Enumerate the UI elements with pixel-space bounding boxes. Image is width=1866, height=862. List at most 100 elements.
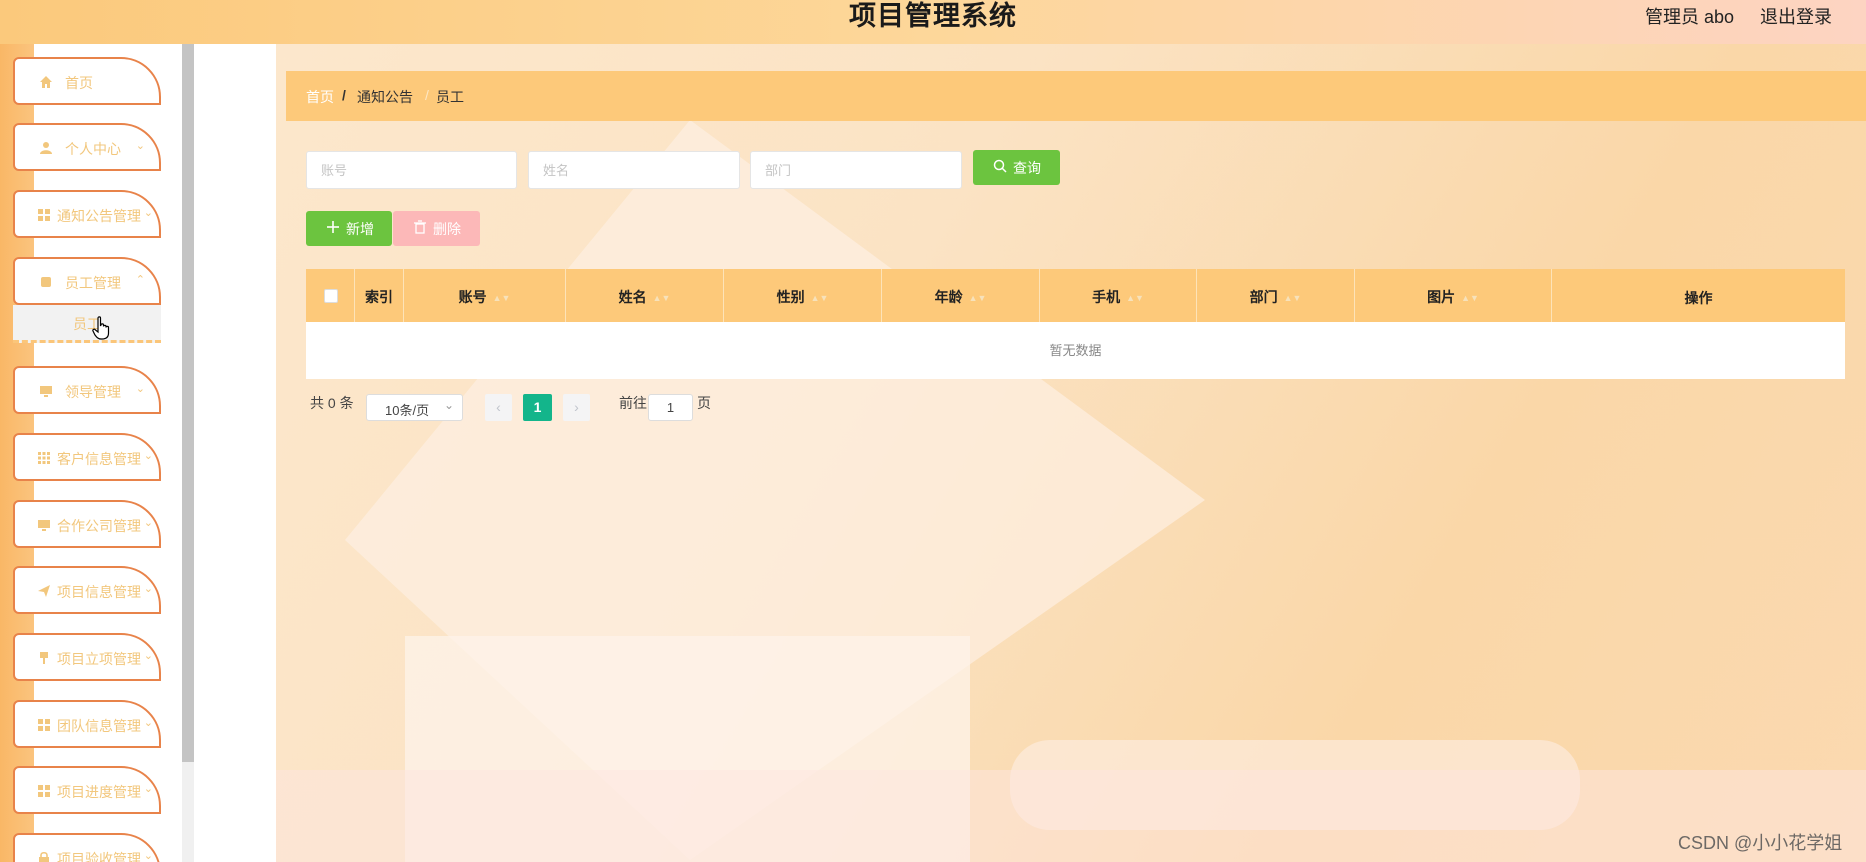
sidebar-gap xyxy=(194,44,276,862)
search-icon xyxy=(993,159,1007,173)
sidebar-scrollbar-thumb[interactable] xyxy=(182,44,194,762)
send-icon xyxy=(38,585,50,597)
sidebar-item-project-progress[interactable]: 项目进度管理 ⌄ xyxy=(13,766,161,814)
account-input[interactable] xyxy=(307,152,516,188)
query-button-label: 查询 xyxy=(1013,160,1041,176)
grid-icon xyxy=(38,209,50,221)
department-input[interactable] xyxy=(751,152,961,188)
grid-icon xyxy=(38,785,50,797)
column-header-phone[interactable]: 手机 ▲▼ xyxy=(1040,269,1197,322)
pin-icon xyxy=(40,652,48,664)
apps-icon xyxy=(38,452,50,464)
chevron-down-icon: ⌄ xyxy=(143,783,153,795)
sidebar-item-project-acceptance[interactable]: 项目验收管理 ⌄ xyxy=(13,833,161,862)
sidebar-item-leader-management[interactable]: 领导管理 ⌄ xyxy=(13,366,161,414)
sidebar-item-label: 个人中心 xyxy=(65,141,121,157)
goto-label: 前往 xyxy=(619,395,647,411)
column-header-actions: 操作 xyxy=(1684,290,1713,306)
breadcrumb: 首页 / 通知公告 / 员工 xyxy=(286,71,1866,121)
name-input-wrapper xyxy=(528,151,740,189)
sidebar-item-label: 通知公告管理 xyxy=(57,208,141,224)
sidebar-item-project-info[interactable]: 项目信息管理 ⌄ xyxy=(13,566,161,614)
breadcrumb-home[interactable]: 首页 xyxy=(306,87,334,107)
column-header-name[interactable]: 姓名 ▲▼ xyxy=(566,269,724,322)
chevron-down-icon: ⌄ xyxy=(143,850,153,862)
column-header-age[interactable]: 年龄 ▲▼ xyxy=(882,269,1040,322)
chevron-down-icon: ⌄ xyxy=(143,583,153,595)
sort-icon[interactable]: ▲▼ xyxy=(1126,293,1144,303)
plus-icon xyxy=(327,221,339,233)
chevron-down-icon: ⌄ xyxy=(135,383,145,395)
sidebar-item-project-approval[interactable]: 项目立项管理 ⌄ xyxy=(13,633,161,681)
account-input-wrapper xyxy=(306,151,517,189)
sidebar-item-label: 团队信息管理 xyxy=(57,718,141,734)
sidebar-item-label: 领导管理 xyxy=(65,384,121,400)
breadcrumb-separator: / xyxy=(342,87,346,103)
chevron-up-icon: ⌃ xyxy=(135,274,145,286)
hand-cursor-icon xyxy=(92,316,110,340)
table-empty-row: 暂无数据 xyxy=(306,322,1845,379)
column-header-gender[interactable]: 性别 ▲▼ xyxy=(724,269,882,322)
monitor-icon xyxy=(40,386,52,397)
delete-button[interactable]: 删除 xyxy=(393,211,480,246)
sort-icon[interactable]: ▲▼ xyxy=(1284,293,1302,303)
sidebar-item-label: 项目立项管理 xyxy=(57,651,141,667)
column-header-image[interactable]: 图片 ▲▼ xyxy=(1355,269,1552,322)
sidebar-item-team-info[interactable]: 团队信息管理 ⌄ xyxy=(13,700,161,748)
next-page-button[interactable]: › xyxy=(563,394,590,421)
breadcrumb-notice[interactable]: 通知公告 xyxy=(357,87,413,107)
pagination-total: 共 0 条 xyxy=(310,395,354,411)
chevron-down-icon: ⌄ xyxy=(143,717,153,729)
sidebar-item-notice-management[interactable]: 通知公告管理 ⌄ xyxy=(13,190,161,238)
chevron-down-icon: ⌄ xyxy=(443,398,454,412)
sidebar-item-label: 员工管理 xyxy=(65,275,121,291)
chevron-down-icon: ⌄ xyxy=(143,450,153,462)
sidebar-item-label: 客户信息管理 xyxy=(57,451,141,467)
name-input[interactable] xyxy=(529,152,739,188)
trash-icon xyxy=(414,220,426,234)
sort-icon[interactable]: ▲▼ xyxy=(653,293,671,303)
sidebar-item-home[interactable]: 首页 xyxy=(13,57,161,105)
sidebar-item-customer-info[interactable]: 客户信息管理 ⌄ xyxy=(13,433,161,481)
grid-icon xyxy=(38,719,50,731)
sort-icon[interactable]: ▲▼ xyxy=(811,293,829,303)
sidebar-item-personal-center[interactable]: 个人中心 ⌄ xyxy=(13,123,161,171)
breadcrumb-current: 员工 xyxy=(436,89,464,105)
column-header-account[interactable]: 账号 ▲▼ xyxy=(404,269,566,322)
sidebar-item-employee-management[interactable]: 员工管理 ⌃ xyxy=(13,257,161,305)
sidebar-item-label: 项目进度管理 xyxy=(57,784,141,800)
column-header-department[interactable]: 部门 ▲▼ xyxy=(1197,269,1355,322)
chevron-down-icon: ⌄ xyxy=(143,650,153,662)
sidebar-item-label: 项目验收管理 xyxy=(57,851,141,862)
chevron-down-icon: ⌄ xyxy=(143,207,153,219)
sidebar-item-label: 合作公司管理 xyxy=(57,518,141,534)
user-icon xyxy=(40,142,52,154)
select-all-checkbox[interactable] xyxy=(324,289,338,303)
top-bar: 项目管理系统 管理员 abo 退出登录 xyxy=(0,0,1866,44)
square-icon xyxy=(41,277,51,287)
select-all-cell xyxy=(306,269,355,322)
sidebar-subitem-employee[interactable]: 员工 xyxy=(13,305,161,343)
logout-button[interactable]: 退出登录 xyxy=(1760,3,1832,29)
home-icon xyxy=(40,76,52,88)
chevron-down-icon: ⌄ xyxy=(135,140,145,152)
table-header: 索引 账号 ▲▼ 姓名 ▲▼ 性别 ▲▼ 年龄 ▲▼ 手机 ▲▼ 部门 ▲▼ 图片 ▲▼ 操作 xyxy=(306,269,1845,322)
sidebar-item-label: 首页 xyxy=(65,75,93,91)
page-size-select[interactable]: 10条/页 ⌄ xyxy=(366,394,463,421)
watermark: CSDN @小小花学姐 xyxy=(1678,833,1843,853)
admin-user-label: 管理员 abo xyxy=(1645,7,1735,27)
sort-icon[interactable]: ▲▼ xyxy=(1461,293,1479,303)
query-button[interactable]: 查询 xyxy=(973,150,1060,185)
page-number-button[interactable]: 1 xyxy=(523,394,552,421)
sort-icon[interactable]: ▲▼ xyxy=(493,293,511,303)
add-button-label: 新增 xyxy=(346,221,374,237)
background-decoration xyxy=(276,120,1866,862)
delete-button-label: 删除 xyxy=(433,221,461,237)
column-header-index: 索引 xyxy=(355,269,404,322)
employee-table: 索引 账号 ▲▼ 姓名 ▲▼ 性别 ▲▼ 年龄 ▲▼ 手机 ▲▼ 部门 ▲▼ 图片 ▲▼ 操作… xyxy=(306,269,1845,379)
sort-icon[interactable]: ▲▼ xyxy=(969,293,987,303)
sidebar-item-partner-company[interactable]: 合作公司管理 ⌄ xyxy=(13,500,161,548)
add-button[interactable]: 新增 xyxy=(306,211,392,246)
goto-page-input[interactable]: 1 xyxy=(648,394,693,421)
prev-page-button[interactable]: ‹ xyxy=(485,394,512,421)
